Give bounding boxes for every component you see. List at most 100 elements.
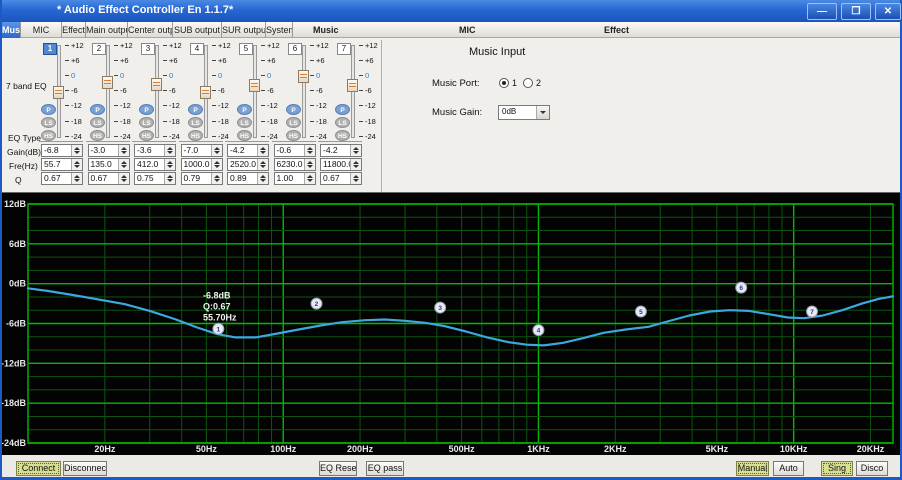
band-5-freq-spinner[interactable] (257, 159, 268, 170)
band-5-button[interactable]: 5 (239, 43, 253, 55)
tab-center-output[interactable]: Center output (128, 22, 173, 38)
maximize-button[interactable]: ❐ (841, 3, 871, 20)
band-4-q-input[interactable]: 0.79 (181, 172, 223, 185)
band-4-freq-spinner[interactable] (211, 159, 222, 170)
band-1-type-hs-button[interactable]: HS (41, 130, 56, 141)
close-button[interactable]: ✕ (875, 3, 901, 20)
band-2-q-spinner[interactable] (118, 173, 129, 184)
band-5-q-input[interactable]: 0.89 (227, 172, 269, 185)
band-2-slider-thumb[interactable] (102, 76, 113, 89)
spinner-down-icon[interactable] (121, 165, 127, 168)
tab-sur-output[interactable]: SUR output (222, 22, 266, 38)
band-marker-4-number[interactable]: 4 (537, 328, 541, 335)
band-4-gain-input[interactable]: -7.0 (181, 144, 223, 157)
spinner-down-icon[interactable] (74, 151, 80, 154)
band-4-freq-input[interactable]: 1000.0 (181, 158, 223, 171)
spinner-up-icon[interactable] (353, 175, 359, 178)
spinner-up-icon[interactable] (260, 161, 266, 164)
band-6-q-input[interactable]: 1.00 (274, 172, 316, 185)
band-2-gain-spinner[interactable] (118, 145, 129, 156)
spinner-up-icon[interactable] (260, 175, 266, 178)
spinner-down-icon[interactable] (214, 151, 220, 154)
spinner-up-icon[interactable] (307, 175, 313, 178)
band-5-q-spinner[interactable] (257, 173, 268, 184)
band-2-type-hs-button[interactable]: HS (90, 130, 105, 141)
band-7-gain-input[interactable]: -4.2 (320, 144, 362, 157)
band-3-type-ls-button[interactable]: LS (139, 117, 154, 128)
disconnect-button[interactable]: Disconnect (63, 461, 107, 476)
band-4-type-hs-button[interactable]: HS (188, 130, 203, 141)
band-6-type-ls-button[interactable]: LS (286, 117, 301, 128)
band-5-type-hs-button[interactable]: HS (237, 130, 252, 141)
spinner-up-icon[interactable] (167, 161, 173, 164)
band-3-gain-input[interactable]: -3.6 (134, 144, 176, 157)
band-4-type-ls-button[interactable]: LS (188, 117, 203, 128)
spinner-down-icon[interactable] (121, 151, 127, 154)
spinner-up-icon[interactable] (214, 175, 220, 178)
band-5-freq-input[interactable]: 2520.0 (227, 158, 269, 171)
spinner-down-icon[interactable] (74, 165, 80, 168)
band-2-slider-track[interactable] (106, 45, 110, 138)
music-gain-dropdown[interactable]: 0dB (498, 105, 550, 120)
band-3-type-p-button[interactable]: P (139, 104, 154, 115)
band-1-type-ls-button[interactable]: LS (41, 117, 56, 128)
band-5-type-p-button[interactable]: P (237, 104, 252, 115)
connect-button[interactable]: Connect (16, 461, 61, 476)
band-1-freq-spinner[interactable] (71, 159, 82, 170)
band-6-q-spinner[interactable] (304, 173, 315, 184)
band-6-button[interactable]: 6 (288, 43, 302, 55)
tab-mic[interactable]: MIC (21, 22, 62, 38)
band-6-gain-spinner[interactable] (304, 145, 315, 156)
eq-reset-button[interactable]: EQ Reset (319, 461, 357, 476)
band-marker-7-number[interactable]: 7 (810, 309, 814, 316)
band-3-freq-input[interactable]: 412.0 (134, 158, 176, 171)
band-marker-1-number[interactable]: 1 (217, 326, 221, 333)
band-marker-3-number[interactable]: 3 (438, 305, 442, 312)
band-3-slider-thumb[interactable] (151, 78, 162, 91)
band-4-gain-spinner[interactable] (211, 145, 222, 156)
spinner-down-icon[interactable] (167, 151, 173, 154)
band-1-slider-thumb[interactable] (53, 86, 64, 99)
band-1-q-spinner[interactable] (71, 173, 82, 184)
band-5-gain-spinner[interactable] (257, 145, 268, 156)
band-5-gain-input[interactable]: -4.2 (227, 144, 269, 157)
band-1-freq-input[interactable]: 55.7 (41, 158, 83, 171)
spinner-up-icon[interactable] (214, 161, 220, 164)
band-4-type-p-button[interactable]: P (188, 104, 203, 115)
manual-button[interactable]: Manual (736, 461, 769, 476)
spinner-down-icon[interactable] (260, 165, 266, 168)
band-6-gain-input[interactable]: -0.6 (274, 144, 316, 157)
band-2-type-p-button[interactable]: P (90, 104, 105, 115)
band-1-gain-spinner[interactable] (71, 145, 82, 156)
band-3-q-spinner[interactable] (164, 173, 175, 184)
sing-button[interactable]: Sing (821, 461, 853, 476)
music-port-radio-1[interactable] (499, 78, 509, 88)
band-7-freq-spinner[interactable] (350, 159, 361, 170)
band-4-button[interactable]: 4 (190, 43, 204, 55)
band-5-type-ls-button[interactable]: LS (237, 117, 252, 128)
band-1-button[interactable]: 1 (43, 43, 57, 55)
band-marker-2-number[interactable]: 2 (315, 301, 319, 308)
spinner-up-icon[interactable] (121, 147, 127, 150)
spinner-down-icon[interactable] (353, 151, 359, 154)
band-3-button[interactable]: 3 (141, 43, 155, 55)
spinner-up-icon[interactable] (353, 147, 359, 150)
band-marker-5-number[interactable]: 5 (639, 309, 643, 316)
eq-pass-button[interactable]: EQ pass (366, 461, 404, 476)
music-port-radio-2[interactable] (523, 78, 533, 88)
spinner-down-icon[interactable] (260, 151, 266, 154)
spinner-down-icon[interactable] (167, 179, 173, 182)
spinner-up-icon[interactable] (74, 147, 80, 150)
band-7-freq-input[interactable]: 11800.0 (320, 158, 362, 171)
spinner-up-icon[interactable] (121, 175, 127, 178)
band-7-type-hs-button[interactable]: HS (335, 130, 350, 141)
spinner-down-icon[interactable] (307, 179, 313, 182)
band-5-slider-thumb[interactable] (249, 79, 260, 92)
tab-main-output[interactable]: Main output (86, 22, 128, 38)
tab-music[interactable]: Music (2, 22, 21, 38)
dropdown-arrow-icon[interactable] (536, 106, 549, 119)
band-6-slider-thumb[interactable] (298, 70, 309, 83)
band-7-type-ls-button[interactable]: LS (335, 117, 350, 128)
band-6-type-p-button[interactable]: P (286, 104, 301, 115)
band-6-type-hs-button[interactable]: HS (286, 130, 301, 141)
